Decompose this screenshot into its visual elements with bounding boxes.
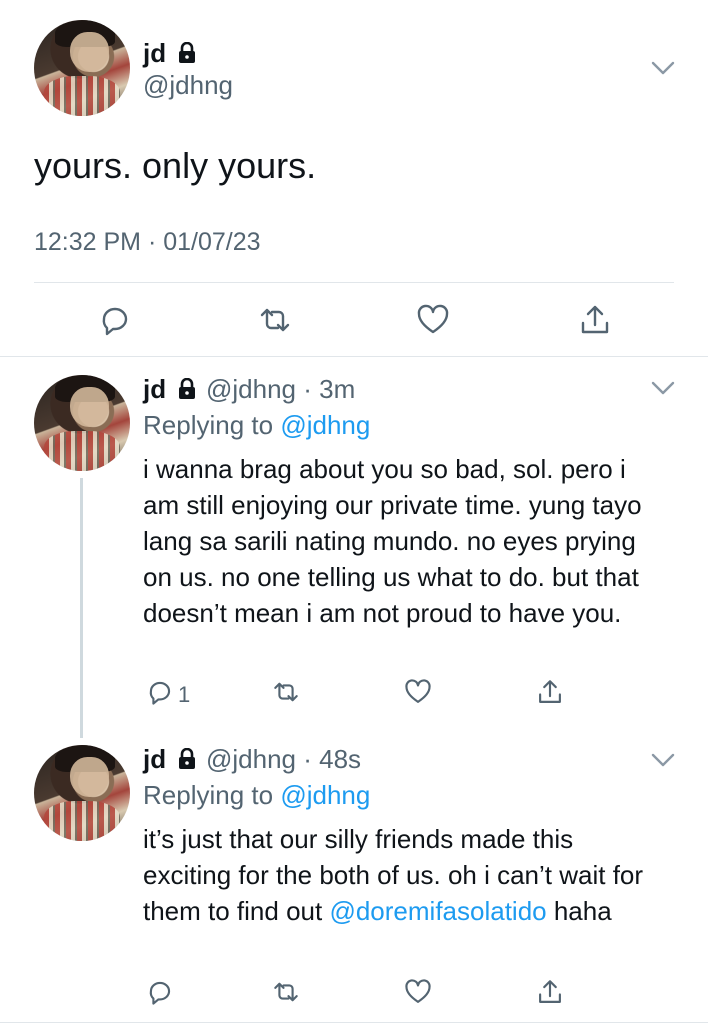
replying-to-mention[interactable]: @jdhng bbox=[280, 410, 370, 440]
display-name[interactable]: jd bbox=[143, 374, 166, 405]
avatar[interactable] bbox=[34, 745, 130, 841]
retweet-button[interactable] bbox=[258, 303, 292, 337]
chevron-down-icon[interactable] bbox=[650, 380, 676, 396]
display-name[interactable]: jd bbox=[143, 744, 166, 775]
lock-icon bbox=[179, 378, 195, 399]
tweet-text-part: haha bbox=[546, 896, 612, 926]
bottom-divider bbox=[0, 1022, 708, 1023]
tweet-timestamp[interactable]: 12:32 PM · 01/07/23 bbox=[34, 228, 261, 257]
chevron-down-icon[interactable] bbox=[650, 60, 676, 76]
share-icon bbox=[539, 680, 561, 703]
tweet-text: i wanna brag about you so bad, sol. pero… bbox=[143, 454, 642, 628]
avatar[interactable] bbox=[34, 20, 130, 116]
reply-icon bbox=[149, 681, 171, 705]
divider bbox=[34, 282, 674, 283]
like-button[interactable] bbox=[416, 303, 450, 337]
tweet-text: it’s just that our silly friends made th… bbox=[143, 821, 663, 929]
share-icon bbox=[539, 980, 561, 1003]
share-button[interactable] bbox=[536, 678, 564, 706]
replying-to-mention[interactable]: @jdhng bbox=[280, 780, 370, 810]
heart-icon bbox=[405, 979, 431, 1003]
username[interactable]: @jdhng bbox=[143, 70, 233, 101]
replying-to-label: Replying to bbox=[143, 780, 281, 810]
reply-icon bbox=[149, 981, 171, 1005]
replying-to: Replying to @jdhng bbox=[143, 410, 370, 441]
username-time[interactable]: @jdhng · 3m bbox=[206, 374, 355, 405]
share-button[interactable] bbox=[536, 978, 564, 1006]
retweet-button[interactable] bbox=[272, 678, 300, 706]
lock-icon bbox=[179, 42, 195, 63]
reply-icon bbox=[102, 307, 128, 336]
share-icon bbox=[581, 305, 609, 334]
retweet-icon bbox=[274, 982, 298, 1002]
avatar[interactable] bbox=[34, 375, 130, 471]
section-divider bbox=[0, 356, 708, 357]
replying-to: Replying to @jdhng bbox=[143, 780, 370, 811]
reply-button[interactable] bbox=[146, 678, 174, 706]
reply-button[interactable] bbox=[146, 978, 174, 1006]
heart-icon bbox=[405, 679, 431, 703]
retweet-icon bbox=[260, 308, 290, 332]
reply-button[interactable] bbox=[98, 303, 132, 337]
reply-count: 1 bbox=[178, 682, 191, 707]
mention-link[interactable]: @doremifasolatido bbox=[329, 896, 546, 926]
thread-line bbox=[80, 478, 83, 738]
heart-icon bbox=[417, 304, 449, 334]
like-button[interactable] bbox=[404, 678, 432, 706]
retweet-icon bbox=[274, 682, 298, 702]
retweet-button[interactable] bbox=[272, 978, 300, 1006]
share-button[interactable] bbox=[578, 303, 612, 337]
lock-icon bbox=[179, 748, 195, 769]
chevron-down-icon[interactable] bbox=[650, 752, 676, 768]
display-name[interactable]: jd bbox=[143, 38, 166, 69]
replying-to-label: Replying to bbox=[143, 410, 281, 440]
username-time[interactable]: @jdhng · 48s bbox=[206, 744, 361, 775]
like-button[interactable] bbox=[404, 978, 432, 1006]
tweet-text: yours. only yours. bbox=[34, 145, 317, 186]
